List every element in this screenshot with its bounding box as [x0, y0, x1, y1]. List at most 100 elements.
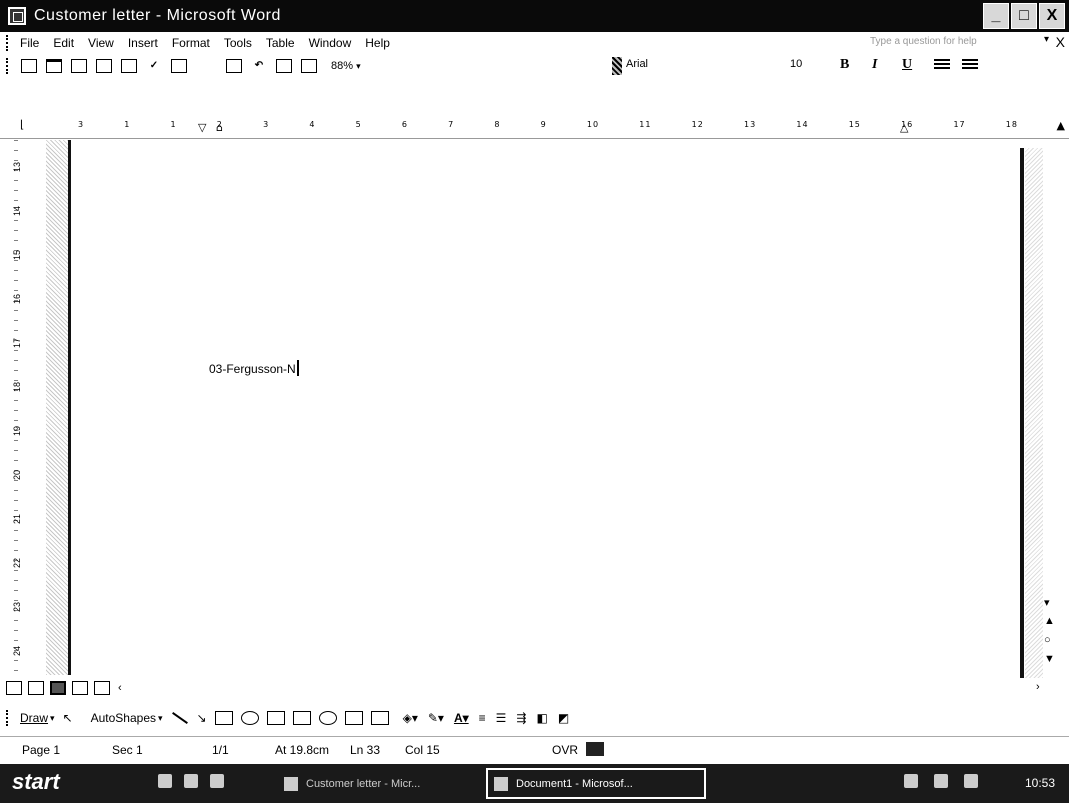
- chevron-down-icon[interactable]: ▾: [50, 713, 55, 724]
- ruler-tick: 9: [540, 120, 547, 129]
- draw-menu[interactable]: Draw: [20, 711, 48, 725]
- menu-grip[interactable]: [6, 35, 12, 51]
- research-icon[interactable]: [171, 59, 187, 73]
- help-search-input[interactable]: Type a question for help: [870, 36, 977, 47]
- outline-view-icon[interactable]: [72, 681, 88, 695]
- volume-icon[interactable]: [964, 774, 978, 788]
- scroll-up-icon[interactable]: ▲: [1057, 119, 1065, 132]
- picture-tool-icon[interactable]: [370, 711, 389, 725]
- normal-view-icon[interactable]: [6, 681, 22, 695]
- rectangle-tool-icon[interactable]: [214, 711, 233, 725]
- align-center-icon[interactable]: [962, 59, 978, 71]
- document-text[interactable]: 03-Fergusson-N: [209, 360, 299, 376]
- ruler-tick: 15: [848, 120, 861, 129]
- oval-tool-icon[interactable]: [240, 711, 259, 725]
- previous-page-icon[interactable]: ▲: [1044, 615, 1055, 627]
- zoom-select[interactable]: 88% ▾: [331, 60, 407, 72]
- menu-edit[interactable]: Edit: [53, 36, 74, 50]
- quick-launch-icon[interactable]: [210, 774, 224, 788]
- arrow-style-icon[interactable]: ⇶: [516, 711, 526, 725]
- italic-button[interactable]: I: [872, 57, 877, 73]
- menu-insert[interactable]: Insert: [128, 36, 158, 50]
- ruler-tick: 5: [355, 120, 362, 129]
- shadow-style-icon[interactable]: ◧: [536, 711, 547, 725]
- font-color-icon[interactable]: A▾: [454, 711, 469, 725]
- drawbar-grip[interactable]: [6, 710, 12, 726]
- start-button[interactable]: start: [12, 769, 60, 795]
- quick-launch-icon[interactable]: [184, 774, 198, 788]
- scrollbar-thumb[interactable]: [1020, 148, 1024, 678]
- scroll-down-icon[interactable]: ▾: [1044, 596, 1050, 609]
- clipart-tool-icon[interactable]: [344, 711, 363, 725]
- undo-icon[interactable]: ↶: [251, 59, 267, 73]
- chevron-down-icon[interactable]: ▾: [356, 61, 361, 71]
- print-layout-view-icon[interactable]: [50, 681, 66, 695]
- diagram-tool-icon[interactable]: [318, 711, 337, 725]
- menu-window[interactable]: Window: [309, 36, 352, 50]
- save-icon[interactable]: [71, 59, 87, 73]
- tray-icon[interactable]: [934, 774, 948, 788]
- tab-selector-icon[interactable]: ⌊: [20, 118, 24, 131]
- spelling-icon[interactable]: ✓: [146, 59, 162, 73]
- menu-view[interactable]: View: [88, 36, 114, 50]
- page-edge: [68, 140, 71, 675]
- arrow-tool-icon[interactable]: ↘: [197, 711, 207, 725]
- word-app-icon[interactable]: [8, 7, 26, 25]
- line-style-icon[interactable]: ≡: [479, 711, 486, 725]
- spelling-status-icon[interactable]: [586, 742, 604, 756]
- toolbar-grip[interactable]: [6, 58, 12, 74]
- task-button-customer-letter[interactable]: Customer letter - Micr...: [278, 768, 478, 799]
- hyperlink-icon[interactable]: [276, 59, 292, 73]
- fill-color-icon[interactable]: ◈▾: [403, 711, 418, 725]
- paste-icon[interactable]: [226, 59, 242, 73]
- wordart-tool-icon[interactable]: [292, 711, 311, 725]
- menu-tools[interactable]: Tools: [224, 36, 252, 50]
- tables-icon[interactable]: [301, 59, 317, 73]
- menu-format[interactable]: Format: [172, 36, 210, 50]
- help-dropdown-icon[interactable]: ▾: [1044, 34, 1049, 45]
- new-document-icon[interactable]: [21, 59, 37, 73]
- horizontal-ruler[interactable]: ⌊ 3 1 1 2 3 4 5 6 7 8 9 10 11 12 13 14 1…: [0, 115, 1069, 139]
- maximize-button[interactable]: □: [1011, 3, 1037, 29]
- task-button-document1[interactable]: Document1 - Microsof...: [486, 768, 706, 799]
- 3d-style-icon[interactable]: ◩: [558, 711, 569, 725]
- status-overtype[interactable]: OVR: [552, 743, 578, 757]
- line-color-icon[interactable]: ✎▾: [428, 711, 444, 725]
- reading-layout-view-icon[interactable]: [94, 681, 110, 695]
- tray-icon[interactable]: [904, 774, 918, 788]
- select-objects-icon[interactable]: ↖: [63, 711, 73, 725]
- scroll-right-icon[interactable]: ›: [1036, 681, 1040, 693]
- font-size-select[interactable]: 10: [790, 58, 802, 70]
- menu-table[interactable]: Table: [266, 36, 295, 50]
- document-close-button[interactable]: X: [1056, 34, 1065, 50]
- open-folder-icon[interactable]: [46, 59, 62, 73]
- menu-help[interactable]: Help: [365, 36, 390, 50]
- chevron-down-icon[interactable]: ▾: [158, 713, 163, 724]
- web-layout-view-icon[interactable]: [28, 681, 44, 695]
- font-select[interactable]: Arial: [626, 58, 776, 70]
- first-line-indent-icon[interactable]: ▽: [198, 121, 206, 134]
- underline-button[interactable]: U: [902, 57, 912, 73]
- print-icon[interactable]: [96, 59, 112, 73]
- left-indent-icon[interactable]: ⌂: [216, 121, 223, 134]
- line-tool-icon[interactable]: [171, 712, 188, 724]
- right-indent-icon[interactable]: △: [900, 121, 908, 134]
- menu-file[interactable]: File: [20, 36, 39, 50]
- bold-button[interactable]: B: [840, 57, 849, 73]
- print-preview-icon[interactable]: [121, 59, 137, 73]
- next-page-icon[interactable]: ▼: [1044, 653, 1055, 665]
- autoshapes-menu[interactable]: AutoShapes: [91, 711, 156, 725]
- close-button[interactable]: X: [1039, 3, 1065, 29]
- align-left-icon[interactable]: [934, 59, 950, 71]
- textbox-tool-icon[interactable]: [266, 711, 285, 725]
- document-page[interactable]: 03-Fergusson-N: [72, 140, 1022, 675]
- dash-style-icon[interactable]: ☰: [496, 711, 507, 725]
- scroll-left-icon[interactable]: ‹: [118, 682, 122, 694]
- ruler-tick: 1: [170, 120, 177, 129]
- quick-launch-icon[interactable]: [158, 774, 172, 788]
- vertical-ruler[interactable]: 13 14 15 16 17 18 19 20 21 22 23 24: [0, 140, 42, 675]
- select-browse-object-icon[interactable]: ○: [1044, 634, 1051, 646]
- help-icon[interactable]: [612, 57, 622, 75]
- minimize-button[interactable]: _: [983, 3, 1009, 29]
- vertical-scrollbar[interactable]: [1025, 148, 1043, 678]
